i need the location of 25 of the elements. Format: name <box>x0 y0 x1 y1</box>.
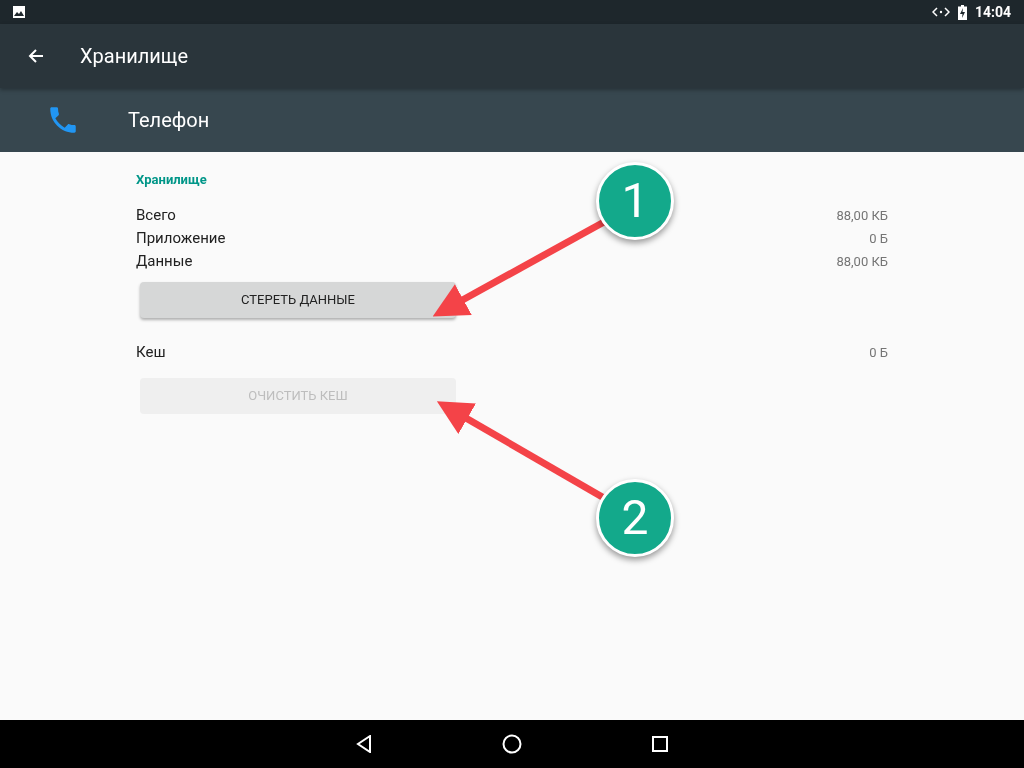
image-icon <box>13 6 25 18</box>
battery-icon <box>957 4 967 20</box>
row-label: Данные <box>136 251 193 273</box>
row-label: Приложение <box>136 228 226 250</box>
data-transfer-icon <box>931 7 950 17</box>
back-nav-button[interactable] <box>356 735 372 753</box>
recents-square-icon <box>652 736 668 752</box>
action-button[interactable]: СТЕРЕТЬ ДАННЫЕ <box>140 282 456 318</box>
annotation-badge: 1 <box>596 162 674 240</box>
row-value: 88,00 КБ <box>836 206 888 225</box>
annotation-badge: 2 <box>596 479 674 557</box>
home-circle-icon <box>502 734 522 754</box>
back-triangle-icon <box>356 735 372 753</box>
back-arrow-icon <box>28 48 44 64</box>
row-value: 88,00 КБ <box>836 252 888 271</box>
home-nav-button[interactable] <box>502 734 522 754</box>
row-value: 0 Б <box>869 229 888 248</box>
row-value: 0 Б <box>869 343 888 362</box>
recents-nav-button[interactable] <box>652 736 668 752</box>
clock: 14:04 <box>974 2 1011 22</box>
toolbar-title: Хранилище <box>80 43 189 70</box>
section-title: Хранилище <box>136 171 208 189</box>
row-label: Всего <box>136 205 176 227</box>
row-label: Кеш <box>136 342 166 364</box>
app-name: Телефон <box>128 107 210 134</box>
